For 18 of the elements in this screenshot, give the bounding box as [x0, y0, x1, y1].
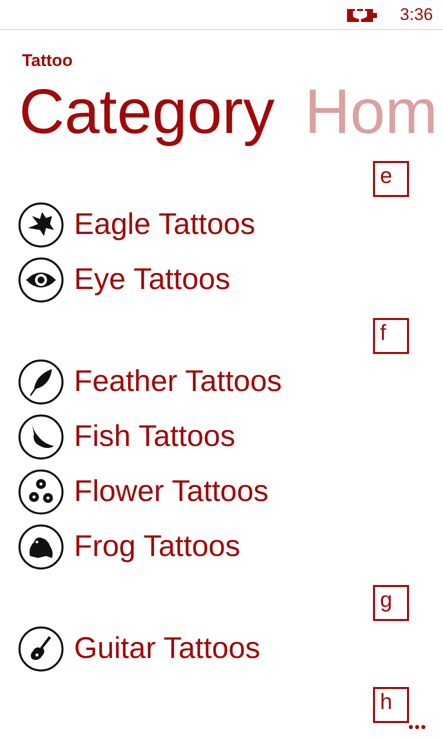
category-item[interactable]: Frog Tattoos [74, 530, 240, 564]
eye-icon [18, 256, 64, 302]
category-item[interactable]: Guitar Tattoos [74, 632, 260, 666]
group-letter-tile[interactable]: e [373, 161, 409, 197]
flowers-icon [18, 468, 64, 514]
category-item[interactable]: Fish Tattoos [74, 420, 236, 454]
clock-time: 3:36 [400, 4, 433, 24]
feather-icon [18, 358, 64, 404]
group-letter-tile[interactable]: g [373, 585, 409, 621]
group-letter-tile[interactable]: f [373, 318, 409, 354]
category-item[interactable]: Flower Tattoos [74, 474, 269, 508]
category-item[interactable]: Eagle Tattoos [74, 208, 256, 242]
pivot-header[interactable]: Category [19, 74, 275, 150]
category-item[interactable]: Eye Tattoos [74, 262, 230, 296]
category-item[interactable]: Feather Tattoos [74, 364, 282, 398]
app-title: Tattoo [22, 50, 74, 72]
group-letter-tile[interactable]: h [373, 687, 409, 723]
more-button[interactable]: ••• [408, 719, 427, 736]
